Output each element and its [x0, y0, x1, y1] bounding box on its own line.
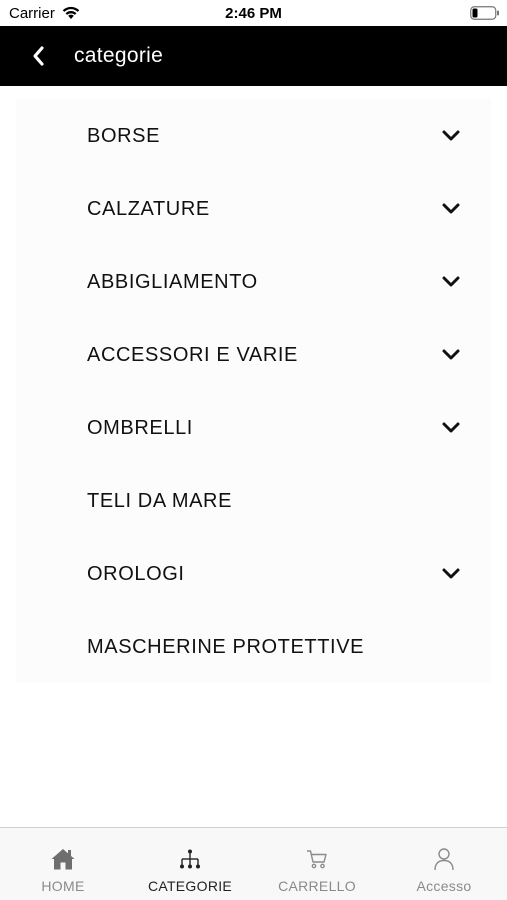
page-title: categorie — [74, 44, 164, 67]
user-icon — [430, 846, 458, 872]
chevron-down-icon[interactable] — [441, 345, 461, 365]
tab-label: HOME — [41, 878, 85, 894]
tab-label: CATEGORIE — [147, 878, 233, 894]
category-item-orologi[interactable]: OROLOGI — [16, 546, 491, 600]
category-label: OROLOGI — [87, 563, 185, 585]
tab-accesso[interactable]: Accesso — [381, 828, 507, 900]
category-item-teli-da-mare[interactable]: TELI DA MARE — [16, 473, 491, 527]
category-item-calzature[interactable]: CALZATURE — [16, 181, 491, 235]
home-icon — [49, 846, 77, 872]
category-item-mascherine-protettive[interactable]: MASCHERINE PROTETTIVE — [16, 619, 491, 673]
chevron-left-icon — [33, 46, 44, 66]
category-list: BORSE CALZATURE ABBIGLIAMENTO ACCESSORI … — [16, 98, 491, 682]
category-label: OMBRELLI — [87, 417, 193, 439]
category-tree-icon — [176, 846, 204, 872]
category-label: CALZATURE — [87, 198, 210, 220]
chevron-down-icon[interactable] — [441, 564, 461, 584]
back-button[interactable] — [22, 40, 54, 72]
tab-label: CARRELLO — [278, 878, 356, 894]
chevron-down-icon[interactable] — [441, 126, 461, 146]
cart-icon — [303, 846, 331, 872]
category-label: BORSE — [87, 125, 161, 147]
tab-carrello[interactable]: CARRELLO — [254, 828, 380, 900]
category-label: ACCESSORI E VARIE — [87, 344, 298, 366]
category-item-accessori-e-varie[interactable]: ACCESSORI E VARIE — [16, 327, 491, 381]
tab-label: Accesso — [416, 878, 472, 894]
category-item-ombrelli[interactable]: OMBRELLI — [16, 400, 491, 454]
tab-bar: HOME CATEGORIE CARRELLO Accesso — [0, 827, 507, 900]
status-time: 2:46 PM — [225, 5, 282, 22]
category-item-abbigliamento[interactable]: ABBIGLIAMENTO — [16, 254, 491, 308]
chevron-down-icon[interactable] — [441, 272, 461, 292]
status-bar: Carrier 2:46 PM — [0, 0, 507, 26]
category-label: ABBIGLIAMENTO — [87, 271, 258, 293]
category-label: TELI DA MARE — [87, 490, 233, 512]
battery-icon — [470, 6, 499, 20]
tab-home[interactable]: HOME — [0, 828, 126, 900]
category-item-borse[interactable]: BORSE — [16, 108, 491, 162]
chevron-down-icon[interactable] — [441, 418, 461, 438]
navigation-bar: categorie — [0, 26, 507, 86]
tab-categorie[interactable]: CATEGORIE — [127, 828, 253, 900]
category-label: MASCHERINE PROTETTIVE — [87, 636, 365, 658]
chevron-down-icon[interactable] — [441, 199, 461, 219]
main-content: BORSE CALZATURE ABBIGLIAMENTO ACCESSORI … — [0, 86, 507, 827]
